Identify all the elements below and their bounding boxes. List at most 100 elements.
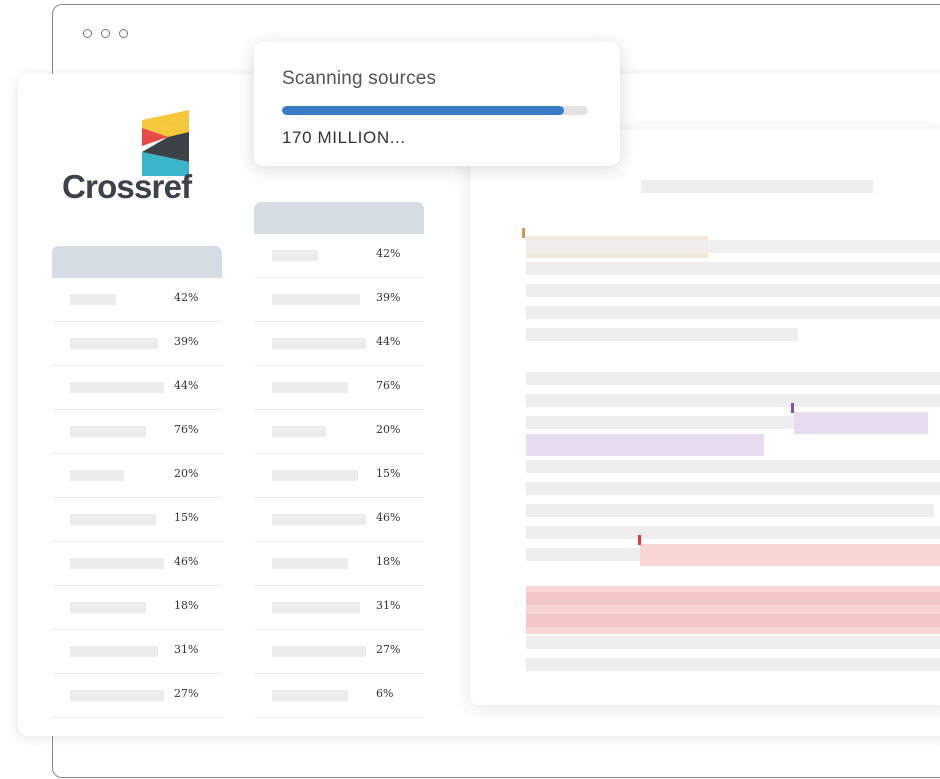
doc-line: [526, 614, 940, 627]
doc-line: [526, 548, 640, 561]
table-row[interactable]: 31%: [254, 586, 424, 630]
match-percentage: 31%: [376, 599, 401, 612]
table-row[interactable]: 39%: [52, 322, 222, 366]
match-percentage: 20%: [376, 423, 401, 436]
doc-line: [526, 262, 940, 275]
table-header: [254, 202, 424, 234]
window-dot-icon[interactable]: [83, 29, 92, 38]
scan-count: 170 MILLION...: [282, 128, 406, 147]
doc-line: [526, 460, 940, 473]
doc-line: [526, 240, 940, 253]
doc-line: [526, 526, 940, 539]
table-header: [52, 246, 222, 278]
doc-line: [526, 394, 940, 407]
source-name-placeholder: [70, 602, 146, 613]
match-marker-icon: [638, 535, 641, 545]
source-name-placeholder: [70, 426, 146, 437]
doc-title-line: [641, 180, 873, 193]
source-name-placeholder: [272, 470, 358, 481]
match-marker-icon: [522, 228, 525, 238]
source-name-placeholder: [272, 426, 326, 437]
source-name-placeholder: [70, 294, 116, 305]
document-preview: [470, 130, 940, 705]
table-row[interactable]: 31%: [52, 630, 222, 674]
source-name-placeholder: [272, 294, 360, 305]
match-percentage: 27%: [174, 687, 199, 700]
source-name-placeholder: [70, 646, 158, 657]
match-percentage: 18%: [376, 555, 401, 568]
match-percentage: 20%: [174, 467, 199, 480]
table-row[interactable]: 42%: [254, 234, 424, 278]
source-name-placeholder: [272, 646, 366, 657]
table-row[interactable]: 18%: [254, 542, 424, 586]
doc-line: [526, 306, 940, 319]
match-percentage: 46%: [174, 555, 199, 568]
doc-line: [526, 482, 940, 495]
doc-line: [526, 658, 940, 671]
scanning-popup: Scanning sources 170 MILLION...: [254, 42, 620, 166]
source-name-placeholder: [272, 690, 348, 701]
source-name-placeholder: [272, 514, 366, 525]
match-percentage: 46%: [376, 511, 401, 524]
table-row[interactable]: 46%: [52, 542, 222, 586]
doc-line: [526, 328, 798, 341]
doc-line: [526, 416, 794, 429]
table-row[interactable]: 20%: [52, 454, 222, 498]
doc-line: [526, 284, 940, 297]
table-row[interactable]: 27%: [52, 674, 222, 718]
source-name-placeholder: [70, 338, 158, 349]
match-percentage: 44%: [174, 379, 199, 392]
source-name-placeholder: [272, 382, 348, 393]
match-percentage: 76%: [174, 423, 199, 436]
match-percentage: 27%: [376, 643, 401, 656]
table-row[interactable]: 39%: [254, 278, 424, 322]
table-row[interactable]: 6%: [254, 674, 424, 718]
highlight-match[interactable]: [526, 434, 764, 456]
highlight-match[interactable]: [640, 544, 940, 566]
source-name-placeholder: [70, 558, 164, 569]
match-percentage: 39%: [376, 291, 401, 304]
table-row[interactable]: 44%: [254, 322, 424, 366]
match-percentage: 31%: [174, 643, 199, 656]
doc-line: [526, 372, 940, 385]
match-percentage: 42%: [376, 247, 401, 260]
source-name-placeholder: [70, 514, 156, 525]
table-row[interactable]: 20%: [254, 410, 424, 454]
table-row[interactable]: 27%: [254, 630, 424, 674]
source-name-placeholder: [272, 558, 348, 569]
source-name-placeholder: [272, 338, 366, 349]
match-percentage: 44%: [376, 335, 401, 348]
scan-progress-fill: [282, 106, 564, 115]
doc-line: [526, 592, 940, 605]
doc-line: [526, 636, 940, 649]
window-controls: [83, 29, 128, 38]
match-percentage: 39%: [174, 335, 199, 348]
table-row[interactable]: 15%: [254, 454, 424, 498]
source-name-placeholder: [272, 602, 360, 613]
highlight-match[interactable]: [794, 412, 928, 434]
match-percentage: 6%: [376, 687, 394, 700]
match-marker-icon: [791, 403, 794, 413]
table-row[interactable]: 42%: [52, 278, 222, 322]
window-dot-icon[interactable]: [101, 29, 110, 38]
scan-progress-bar: [282, 106, 588, 115]
table-row[interactable]: 76%: [52, 410, 222, 454]
source-name-placeholder: [70, 470, 124, 481]
match-percentage: 15%: [376, 467, 401, 480]
source-name-placeholder: [70, 382, 164, 393]
source-name-placeholder: [70, 690, 164, 701]
source-name-placeholder: [272, 250, 318, 261]
popup-title: Scanning sources: [282, 68, 437, 89]
match-percentage: 15%: [174, 511, 199, 524]
match-percentage: 42%: [174, 291, 199, 304]
window-dot-icon[interactable]: [119, 29, 128, 38]
table-row[interactable]: 18%: [52, 586, 222, 630]
match-percentage: 76%: [376, 379, 401, 392]
doc-line: [526, 504, 934, 517]
table-row[interactable]: 44%: [52, 366, 222, 410]
logo-text: Crossref: [62, 168, 192, 205]
table-row[interactable]: 46%: [254, 498, 424, 542]
match-percentage: 18%: [174, 599, 199, 612]
table-row[interactable]: 76%: [254, 366, 424, 410]
table-row[interactable]: 15%: [52, 498, 222, 542]
